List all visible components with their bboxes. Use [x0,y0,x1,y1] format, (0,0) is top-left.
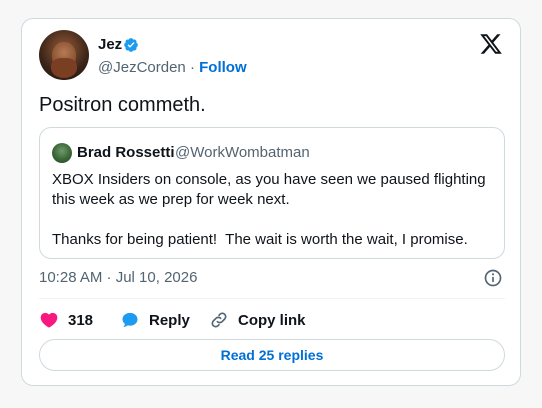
read-replies-button[interactable]: Read 25 replies [39,339,505,371]
avatar-beard [51,58,77,78]
follow-button[interactable]: Follow [199,59,247,76]
quoted-paragraph-2: Thanks for being patient! The wait is wo… [52,231,468,248]
link-icon [211,312,227,328]
x-logo-icon[interactable] [479,32,503,56]
reply-button[interactable]: Reply [120,309,190,331]
quoted-author-handle: @WorkWombatman [175,144,310,161]
divider [39,298,505,299]
tweet-embed-card: Jez @JezCorden · Follow Positron commeth… [21,18,521,386]
tweet-timestamp[interactable]: 10:28 AM · Jul 10, 2026 [39,269,197,286]
info-icon[interactable] [483,268,503,288]
quoted-tweet[interactable]: Brad Rossetti @WorkWombatman XBOX Inside… [39,127,505,259]
author-handle-line: @JezCorden · Follow [98,59,247,76]
speech-bubble-icon [122,312,138,328]
like-button[interactable]: 318 [39,309,93,331]
quoted-paragraph-1: XBOX Insiders on console, as you have se… [52,171,486,208]
tweet-text: Positron commeth. [39,94,206,116]
author-name[interactable]: Jez [98,36,122,53]
author-handle[interactable]: @JezCorden [98,59,186,76]
quoted-author-name: Brad Rossetti [77,144,175,161]
copy-link-label: Copy link [238,311,306,329]
quoted-author-avatar [52,143,72,163]
heart-icon [40,312,58,328]
reply-label: Reply [149,311,190,329]
verified-badge-icon [124,38,138,52]
quoted-tweet-body: XBOX Insiders on console, as you have se… [52,170,492,250]
like-count: 318 [68,311,94,329]
handle-separator: · [189,59,195,76]
copy-link-button[interactable]: Copy link [209,309,306,331]
author-avatar[interactable] [39,30,89,80]
